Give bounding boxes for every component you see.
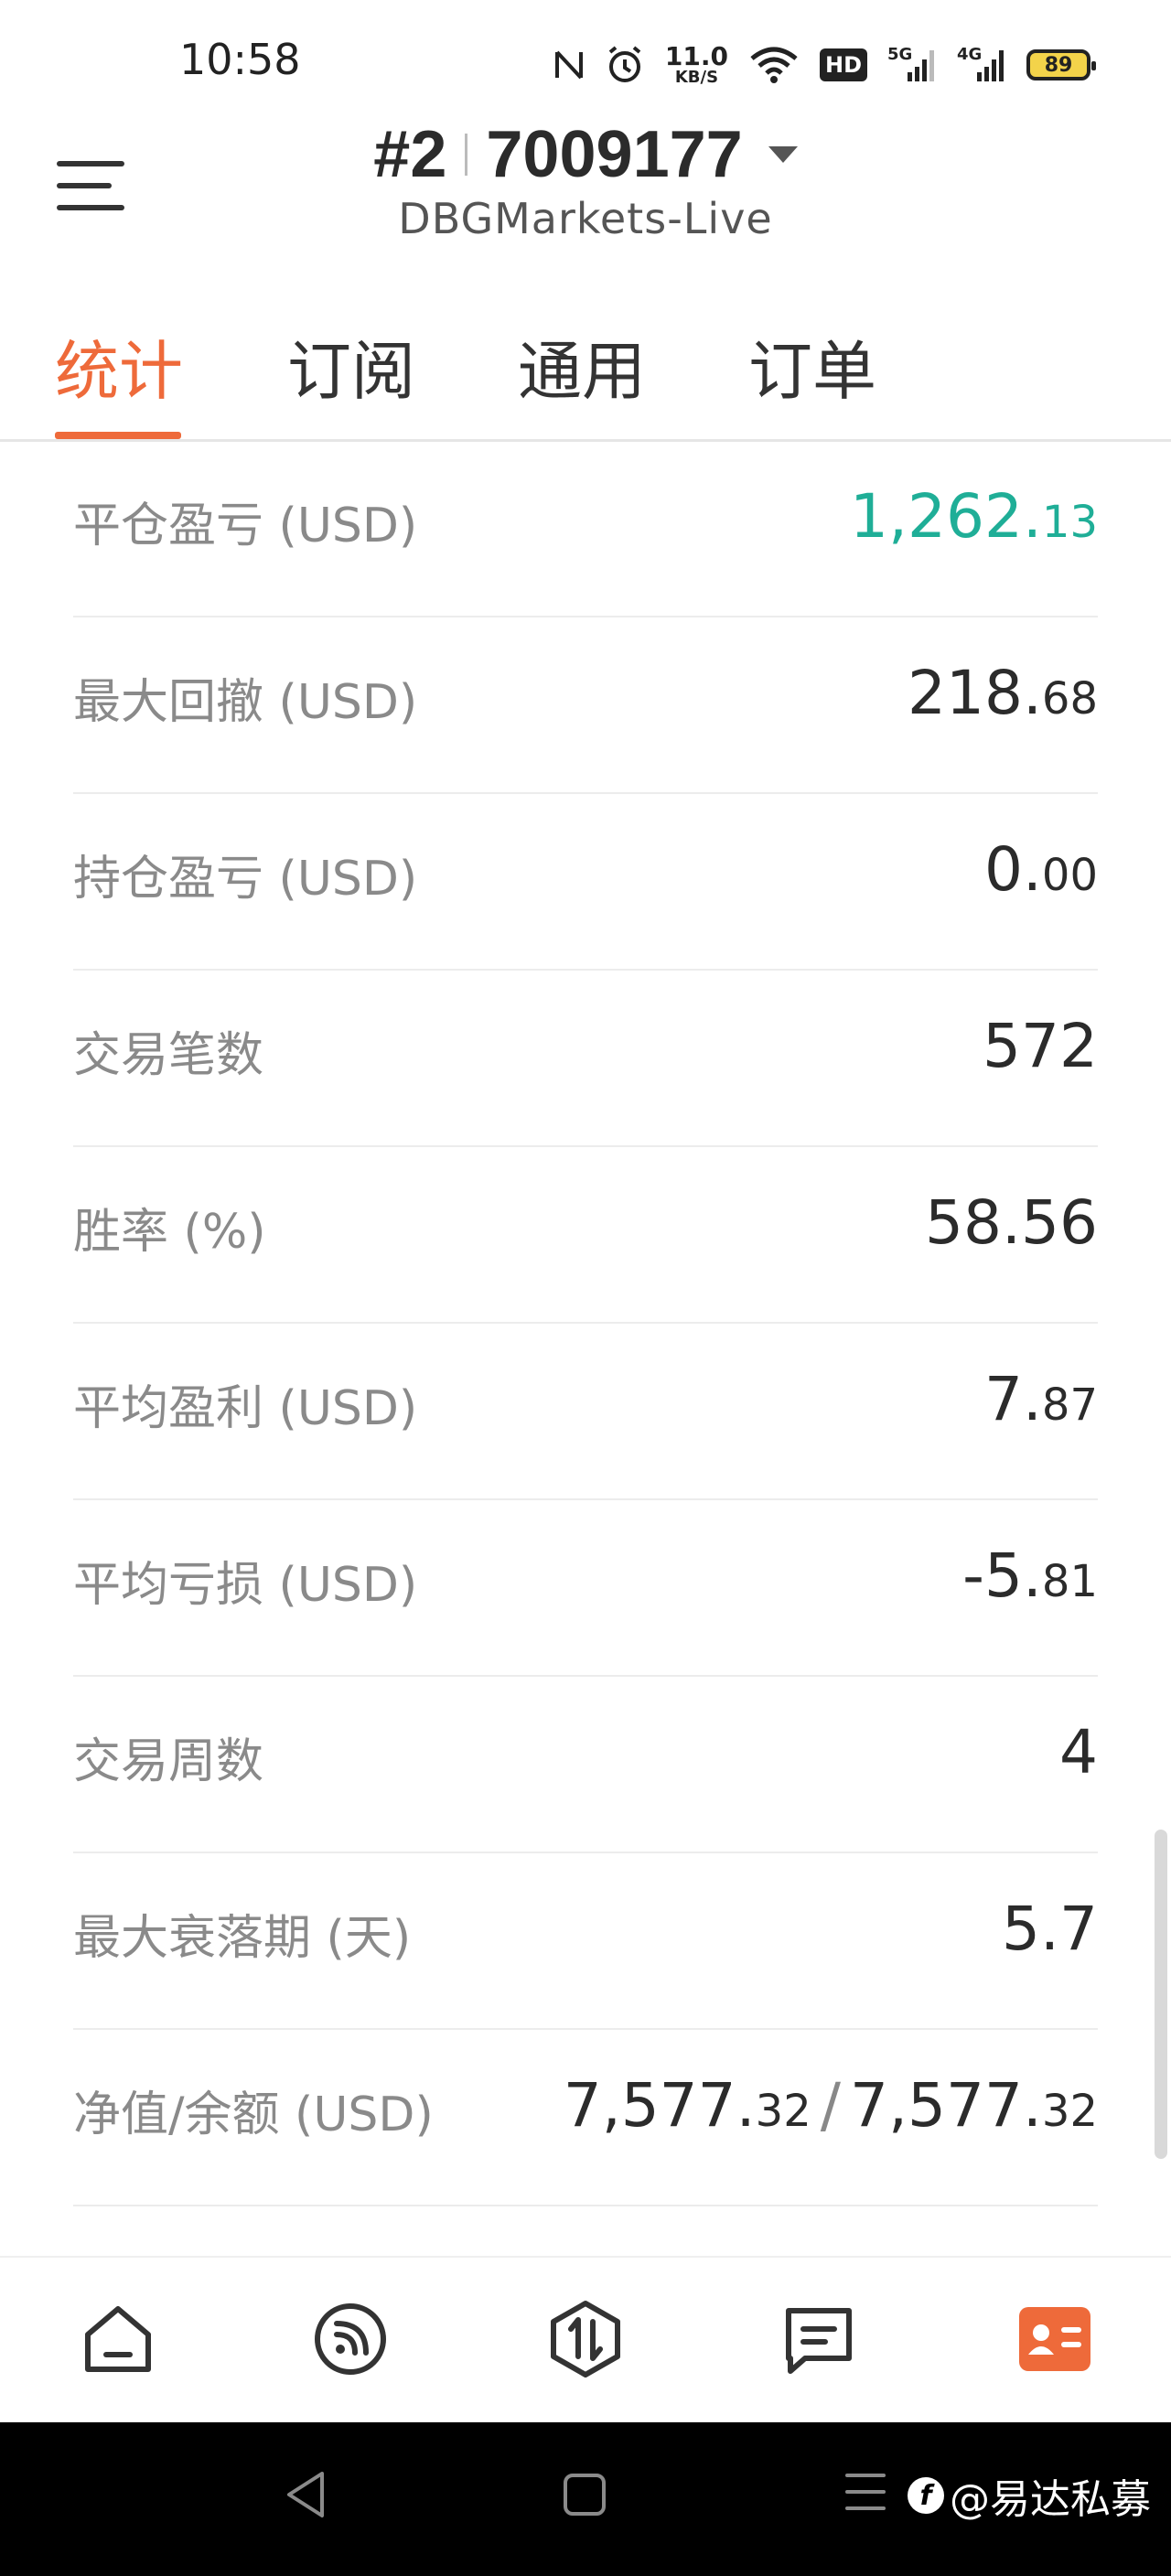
stat-row-trade-count: 交易笔数 572 [73, 971, 1098, 1147]
tab-general[interactable]: 通用 [518, 320, 646, 413]
account-index: #2 [373, 118, 447, 191]
stat-value: 218.68 [907, 658, 1098, 728]
scrollbar[interactable] [1155, 1830, 1167, 2159]
trade-icon[interactable] [544, 2298, 627, 2380]
battery-icon: 89 [1026, 49, 1096, 80]
alarm-icon [605, 45, 645, 85]
stat-row-floating-pnl: 持仓盈亏 (USD) 0.00 [73, 794, 1098, 971]
stat-value: 4 [1059, 1717, 1098, 1787]
active-tab-indicator [55, 432, 181, 439]
stat-row-trade-weeks: 交易周数 4 [73, 1677, 1098, 1853]
signal-5g-icon: 5G [887, 45, 937, 85]
stat-row-closed-pnl: 平仓盈亏 (USD) 1,262.13 [73, 441, 1098, 617]
stat-row-win-rate: 胜率 (%) 58.56 [73, 1147, 1098, 1324]
hd-voice-icon: HD [819, 48, 867, 81]
wifi-icon [748, 46, 800, 84]
recent-apps-icon[interactable] [845, 2474, 886, 2523]
stat-label: 平仓盈亏 (USD) [73, 499, 418, 553]
tab-orders[interactable]: 订单 [748, 320, 876, 413]
account-selector[interactable]: #2 7009177 DBGMarkets-Live [0, 117, 1171, 243]
app-header: #2 7009177 DBGMarkets-Live [0, 110, 1171, 265]
stat-row-max-decline-period: 最大衰落期 (天) 5.7 [73, 1853, 1098, 2030]
stat-value: 7,577.32/7,577.32 [563, 2070, 1098, 2141]
stat-value: 0.00 [983, 834, 1098, 905]
stat-label: 持仓盈亏 (USD) [73, 852, 418, 907]
stat-value: 58.56 [925, 1187, 1098, 1258]
stat-row-avg-loss: 平均亏损 (USD) -5.81 [73, 1500, 1098, 1677]
stat-row-max-drawdown: 最大回撤 (USD) 218.68 [73, 617, 1098, 794]
svg-text:4G: 4G [957, 45, 982, 64]
account-number: 7009177 [486, 118, 743, 191]
stat-row-equity-balance: 净值/余额 (USD) 7,577.32/7,577.32 [73, 2030, 1098, 2206]
stat-label: 交易周数 [73, 1734, 264, 1789]
home-icon[interactable] [77, 2298, 159, 2380]
chevron-down-icon[interactable] [768, 146, 798, 163]
stat-row-avg-profit: 平均盈利 (USD) 7.87 [73, 1324, 1098, 1500]
signal-4g-icon: 4G [957, 45, 1006, 85]
system-nav-bar: f @易达私募 [0, 2422, 1171, 2576]
bottom-nav [0, 2256, 1171, 2424]
watermark-logo-icon: f [908, 2477, 944, 2514]
nfc-icon [553, 47, 585, 83]
svg-text:5G: 5G [887, 45, 912, 64]
stats-list: 平仓盈亏 (USD) 1,262.13 最大回撤 (USD) 218.68 持仓… [73, 441, 1098, 2206]
stat-label: 平均盈利 (USD) [73, 1381, 418, 1436]
status-bar: 10:58 11.0 KB/S HD 5G 4G 89 [0, 0, 1171, 128]
watermark: f @易达私募 [908, 2466, 1151, 2525]
stat-value: 1,262.13 [849, 481, 1098, 552]
profile-card-icon[interactable] [1014, 2298, 1096, 2380]
stat-label: 净值/余额 (USD) [73, 2088, 434, 2142]
messages-icon[interactable] [778, 2298, 860, 2380]
stat-label: 最大衰落期 (天) [73, 1911, 412, 1966]
status-time: 10:58 [179, 35, 301, 84]
home-button-icon[interactable] [564, 2474, 606, 2516]
signal-feed-icon[interactable] [309, 2298, 392, 2380]
stat-value: -5.81 [962, 1540, 1098, 1611]
stat-value: 572 [983, 1011, 1098, 1081]
account-divider [465, 134, 468, 176]
stat-label: 交易笔数 [73, 1028, 264, 1083]
account-server: DBGMarkets-Live [398, 194, 773, 243]
back-icon[interactable] [282, 2468, 329, 2525]
stat-value: 7.87 [983, 1364, 1098, 1434]
stat-label: 最大回撤 (USD) [73, 675, 418, 730]
network-speed: 11.0 KB/S [664, 41, 728, 87]
tab-statistics[interactable]: 统计 [55, 320, 183, 413]
tab-subscription[interactable]: 订阅 [287, 320, 415, 413]
tab-bar: 统计 订阅 通用 订单 [0, 274, 1171, 442]
stat-label: 胜率 (%) [73, 1205, 266, 1260]
stat-value: 5.7 [1002, 1894, 1098, 1964]
status-icons: 11.0 KB/S HD 5G 4G 89 [553, 33, 1096, 97]
stat-label: 平均亏损 (USD) [73, 1558, 418, 1613]
